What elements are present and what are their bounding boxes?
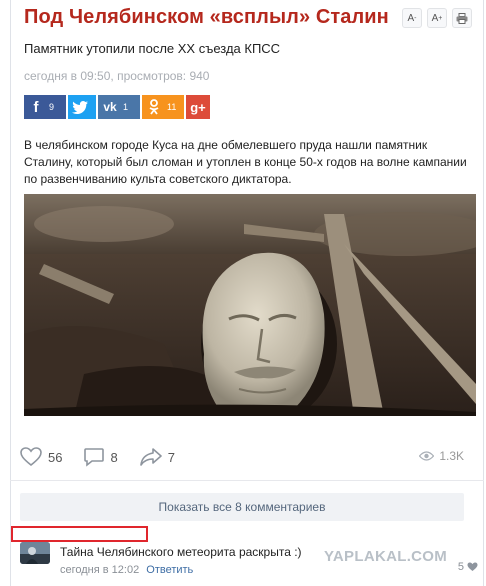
comment-time: сегодня в 12:02 bbox=[60, 564, 140, 576]
comment-text: Тайна Челябинского метеорита раскрыта :) bbox=[60, 545, 302, 559]
reply-link[interactable]: Ответить bbox=[146, 564, 193, 576]
twitter-icon bbox=[68, 95, 92, 119]
share-facebook-button[interactable]: f 9 bbox=[24, 95, 66, 119]
share-ok-button[interactable]: 11 bbox=[142, 95, 184, 119]
font-smaller-button[interactable]: A- bbox=[402, 8, 422, 28]
heart-icon bbox=[467, 562, 478, 571]
repost-button[interactable]: 7 bbox=[139, 448, 175, 466]
heart-icon bbox=[20, 447, 42, 467]
printer-icon bbox=[456, 12, 468, 24]
divider bbox=[10, 480, 484, 481]
facebook-count: 9 bbox=[49, 102, 55, 112]
comments-count: 8 bbox=[110, 449, 118, 465]
comment-meta: сегодня в 12:02 Ответить bbox=[60, 564, 193, 576]
facebook-icon: f bbox=[33, 98, 39, 116]
avatar-image bbox=[20, 542, 50, 564]
article-title: Под Челябинском «всплыл» Сталин bbox=[24, 6, 389, 28]
right-border bbox=[483, 0, 484, 586]
eye-icon bbox=[419, 451, 435, 461]
left-border bbox=[10, 0, 11, 586]
show-all-comments-button[interactable]: Показать все 8 комментариев bbox=[20, 493, 464, 521]
comment-like-button[interactable]: 5 bbox=[458, 561, 478, 573]
share-twitter-button[interactable] bbox=[68, 95, 96, 119]
share-vk-button[interactable]: vk 1 bbox=[98, 95, 140, 119]
comment-likes-count: 5 bbox=[457, 561, 464, 573]
avatar[interactable] bbox=[20, 542, 50, 564]
article-subtitle: Памятник утопили после XX съезда КПСС bbox=[24, 41, 281, 56]
article-tools: A- A + bbox=[402, 8, 472, 28]
google-plus-icon: g+ bbox=[190, 99, 206, 115]
comment-icon bbox=[84, 447, 105, 467]
share-bar: f 9 vk 1 11 g+ bbox=[24, 95, 210, 119]
likes-count: 56 bbox=[48, 449, 63, 465]
font-larger-button[interactable]: A + bbox=[427, 8, 447, 28]
article-body: В челябинском городе Куса на дне обмелев… bbox=[24, 138, 467, 186]
stalin-head-photo bbox=[24, 194, 476, 416]
article-counters: 56 8 7 bbox=[20, 447, 197, 467]
print-button[interactable] bbox=[452, 8, 472, 28]
views-counter: 1.3K bbox=[419, 449, 464, 463]
highlight-box bbox=[11, 526, 148, 542]
like-button[interactable]: 56 bbox=[20, 447, 62, 467]
site-watermark: YAPLAKAL.COM bbox=[324, 548, 448, 565]
odnoklassniki-icon bbox=[142, 95, 166, 119]
vk-count: 1 bbox=[123, 102, 129, 112]
views-count: 1.3K bbox=[439, 449, 464, 463]
ok-count: 11 bbox=[167, 102, 177, 112]
article-meta: сегодня в 09:50, просмотров: 940 bbox=[24, 69, 210, 83]
reposts-count: 7 bbox=[167, 449, 175, 465]
share-arrow-icon bbox=[139, 448, 162, 466]
font-larger-label: A bbox=[431, 12, 439, 24]
share-gplus-button[interactable]: g+ bbox=[186, 95, 210, 119]
font-smaller-label: A bbox=[407, 12, 415, 24]
article-photo[interactable] bbox=[24, 194, 476, 416]
vk-icon: vk bbox=[103, 100, 117, 114]
comments-button[interactable]: 8 bbox=[84, 447, 118, 467]
